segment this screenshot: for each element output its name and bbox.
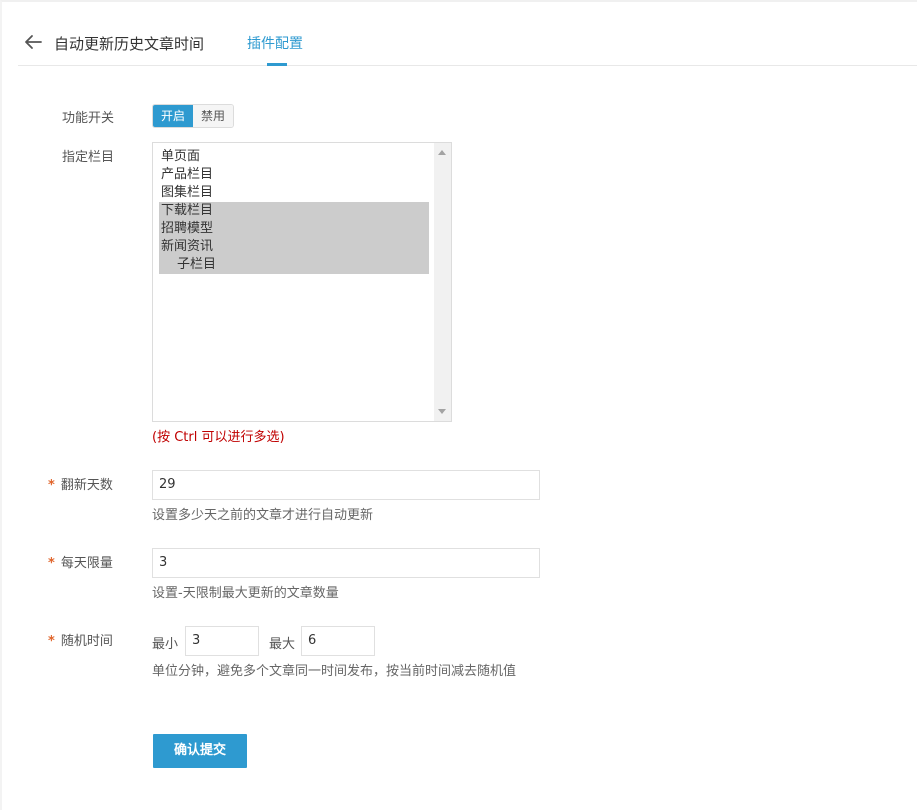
- limit-input[interactable]: 3: [152, 548, 540, 578]
- column-option[interactable]: 下载栏目: [159, 202, 429, 220]
- random-label-text: 随机时间: [60, 634, 113, 649]
- column-option[interactable]: 子栏目: [159, 256, 429, 274]
- multiselect-hint: (按 Ctrl 可以进行多选): [152, 430, 285, 445]
- back-arrow-icon[interactable]: [24, 34, 42, 50]
- column-option[interactable]: 新闻资讯: [159, 238, 429, 256]
- submit-button[interactable]: 确认提交: [153, 734, 247, 768]
- tab-plugin-config[interactable]: 插件配置: [247, 33, 303, 53]
- switch-on-button[interactable]: 开启: [153, 105, 194, 127]
- columns-multiselect[interactable]: 单页面 产品栏目 图集栏目 下载栏目 招聘模型 新闻资讯 子栏目: [152, 142, 452, 422]
- limit-label-text: 每天限量: [60, 556, 113, 571]
- columns-options: 单页面 产品栏目 图集栏目 下载栏目 招聘模型 新闻资讯 子栏目: [159, 148, 429, 274]
- required-mark: *: [48, 478, 55, 493]
- scroll-up-arrow-icon[interactable]: [438, 150, 446, 155]
- switch-label: 功能开关: [62, 111, 115, 126]
- page-title: 自动更新历史文章时间: [54, 35, 205, 53]
- feature-switch: 开启 禁用: [152, 104, 235, 128]
- days-input[interactable]: 29: [152, 470, 540, 500]
- required-mark: *: [48, 556, 55, 571]
- random-help: 单位分钟，避免多个文章同一时间发布，按当前时间减去随机值: [152, 664, 517, 679]
- switch-off-button[interactable]: 禁用: [193, 105, 234, 127]
- random-max-label: 最大: [269, 637, 296, 652]
- tab-active-indicator: [267, 63, 287, 66]
- page-header: 自动更新历史文章时间 插件配置: [18, 20, 917, 66]
- days-help: 设置多少天之前的文章才进行自动更新: [152, 508, 374, 523]
- random-min-label: 最小: [152, 637, 179, 652]
- page-frame: 自动更新历史文章时间 插件配置 功能开关 开启 禁用 指定栏目 单页面 产品栏目图…: [0, 0, 917, 810]
- random-max-input[interactable]: 6: [301, 626, 375, 656]
- column-option[interactable]: 单页面: [159, 148, 429, 166]
- random-label: * 随机时间: [48, 630, 113, 649]
- scroll-down-arrow-icon[interactable]: [438, 409, 446, 414]
- required-mark: *: [48, 634, 55, 649]
- listbox-scrollbar[interactable]: [434, 143, 451, 421]
- limit-label: * 每天限量: [48, 552, 113, 571]
- days-label-text: 翻新天数: [60, 478, 113, 493]
- random-min-input[interactable]: 3: [185, 626, 259, 656]
- days-label: * 翻新天数: [48, 474, 113, 493]
- column-option[interactable]: 图集栏目: [159, 184, 429, 202]
- limit-help: 设置-天限制最大更新的文章数量: [152, 586, 339, 601]
- column-option[interactable]: 招聘模型: [159, 220, 429, 238]
- columns-label: 指定栏目: [62, 150, 115, 165]
- column-option[interactable]: 产品栏目: [159, 166, 429, 184]
